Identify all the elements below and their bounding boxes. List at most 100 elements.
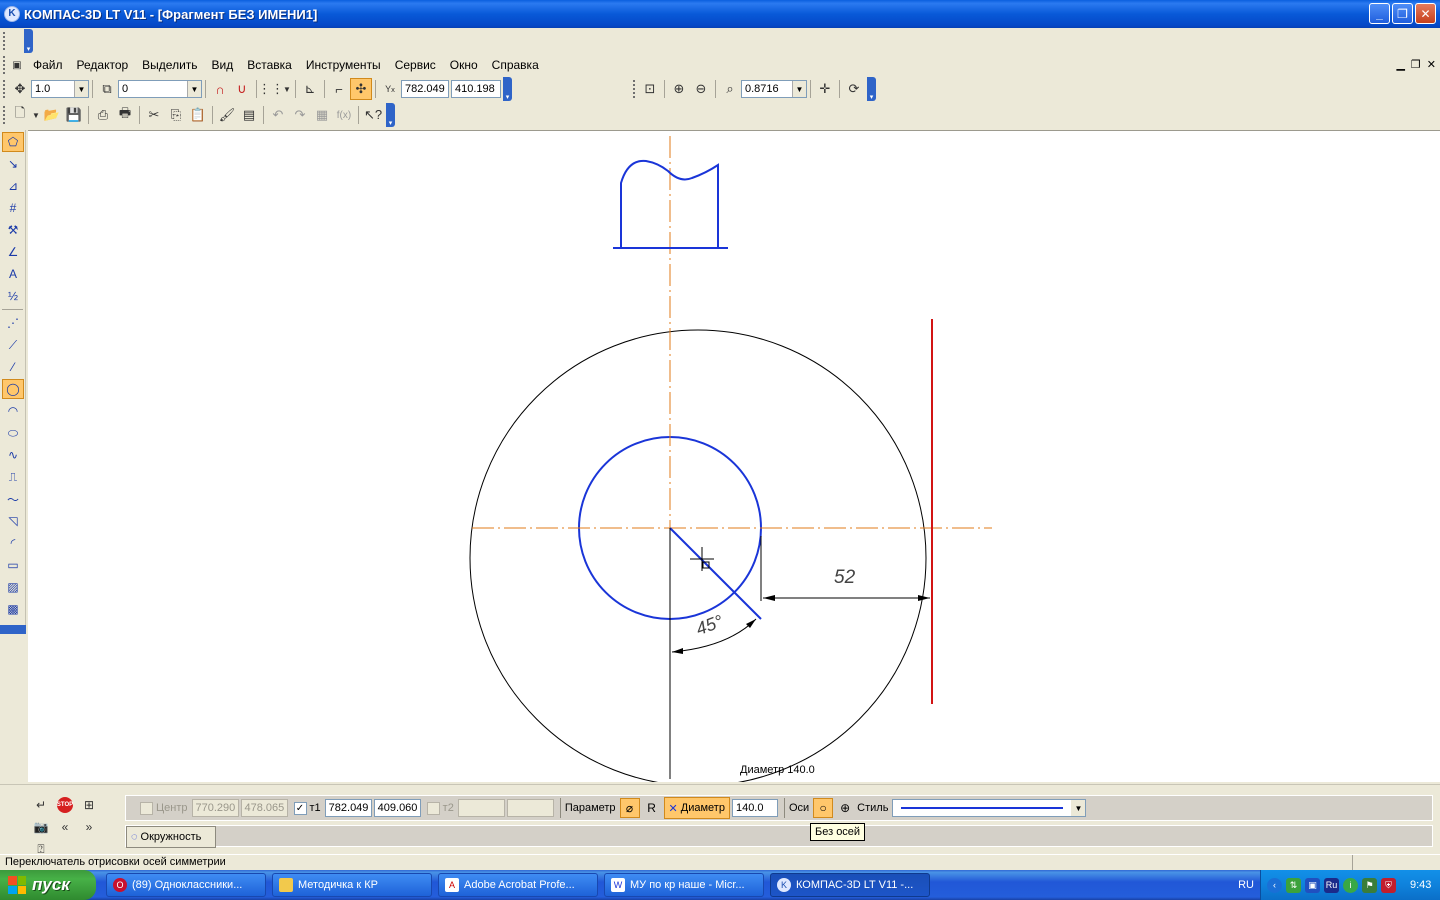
drawing-canvas[interactable]: 52 45° Диаметр 140.0: [28, 130, 1440, 782]
with-axes-icon[interactable]: ⊕: [835, 798, 855, 818]
library-icon[interactable]: ▦: [311, 104, 333, 126]
menu-edit[interactable]: Редактор: [77, 58, 129, 72]
toolbar-grip[interactable]: [3, 32, 6, 50]
zoom-scale-icon[interactable]: ⌕: [719, 78, 741, 100]
bezier-icon[interactable]: 〜: [2, 489, 24, 509]
snapshot-icon[interactable]: 📷: [30, 817, 52, 837]
copy-icon[interactable]: ⎘: [165, 104, 187, 126]
tab-circle[interactable]: ◌ Окружность: [126, 826, 216, 848]
chevron-down-icon[interactable]: ▼: [74, 81, 88, 97]
toolbar-grip[interactable]: [3, 106, 6, 124]
tray-network-icon[interactable]: ⇅: [1286, 877, 1301, 893]
print-preview-icon[interactable]: ⎙: [92, 104, 114, 126]
task-kompas[interactable]: K КОМПАС-3D LT V11 -...: [770, 873, 930, 897]
no-axes-icon[interactable]: ○: [813, 798, 834, 818]
hatch-icon[interactable]: ▨: [2, 577, 24, 597]
zoom-combo[interactable]: 0.8716 ▼: [741, 80, 807, 98]
circle-icon[interactable]: ◯: [2, 379, 24, 399]
grid-icon[interactable]: ⋮⋮: [258, 78, 284, 100]
stop-icon[interactable]: STOP: [54, 795, 76, 815]
zoom-out-icon[interactable]: ⊖: [690, 78, 712, 100]
menu-tools[interactable]: Инструменты: [306, 58, 381, 72]
local-snap-icon[interactable]: ∪: [231, 78, 253, 100]
round-coords-icon[interactable]: ✣: [350, 78, 372, 100]
editing-panel-icon[interactable]: #: [2, 198, 24, 218]
menu-window[interactable]: Окно: [450, 58, 478, 72]
task-metodichka[interactable]: Методичка к КР: [272, 873, 432, 897]
fill-icon[interactable]: ▩: [2, 599, 24, 619]
menu-service[interactable]: Сервис: [395, 58, 436, 72]
drawing-svg[interactable]: [28, 131, 1440, 782]
diameter-field[interactable]: 140.0: [731, 799, 778, 817]
task-odnoklassniki[interactable]: O (89) Одноклассники...: [106, 873, 266, 897]
auxiliary-line-icon[interactable]: ⟋: [2, 335, 24, 355]
zoom-window-icon[interactable]: ⊡: [639, 78, 661, 100]
diagonal-line[interactable]: [669, 527, 762, 620]
diameter-group[interactable]: ✕ Диаметр: [663, 797, 730, 819]
polyline-icon[interactable]: ⎍: [2, 467, 24, 487]
document-icon[interactable]: ▣: [9, 54, 25, 76]
chevron-down-icon[interactable]: ▼: [282, 78, 292, 100]
menu-view[interactable]: Вид: [212, 58, 234, 72]
center-checkbox[interactable]: [140, 801, 153, 815]
segment-icon[interactable]: ⁄: [2, 357, 24, 377]
panel-options-icon[interactable]: [0, 625, 26, 634]
format-brush-icon[interactable]: 🖌: [216, 104, 238, 126]
t1-y-field[interactable]: 409.060: [373, 799, 421, 817]
toolbar-options-icon[interactable]: ▾: [24, 29, 33, 53]
step-combo[interactable]: 1.0 ▼: [31, 80, 89, 98]
restore-button[interactable]: ❐: [1392, 3, 1413, 24]
print-icon[interactable]: 🖶: [114, 104, 136, 126]
arc-icon[interactable]: ◠: [2, 401, 24, 421]
rectangle-icon[interactable]: ▭: [2, 555, 24, 575]
chamfer-icon[interactable]: ◹: [2, 511, 24, 531]
toolbar-options-icon[interactable]: ▾: [867, 77, 876, 101]
next-object-icon[interactable]: »: [78, 817, 100, 837]
chevron-down-icon[interactable]: ▼: [792, 81, 806, 97]
local-cs-icon[interactable]: ⊾: [299, 78, 321, 100]
spec-panel-icon[interactable]: ½: [2, 286, 24, 306]
toolbar-grip[interactable]: [3, 80, 6, 98]
cut-icon[interactable]: ✂: [143, 104, 165, 126]
tray-info-icon[interactable]: i: [1343, 877, 1358, 893]
properties-icon[interactable]: ▤: [238, 104, 260, 126]
chevron-down-icon[interactable]: ▼: [187, 81, 201, 97]
notation-panel-icon[interactable]: ⊿: [2, 176, 24, 196]
redo-icon[interactable]: ↷: [289, 104, 311, 126]
doc-restore-icon[interactable]: ❐: [1411, 58, 1421, 71]
t2-x-field[interactable]: [457, 799, 505, 817]
lock-cross-icon[interactable]: ✕: [669, 802, 678, 815]
t1-x-field[interactable]: 782.049: [324, 799, 372, 817]
chevron-down-icon[interactable]: ▼: [1071, 800, 1086, 816]
close-button[interactable]: ✕: [1415, 3, 1436, 24]
help-pointer-icon[interactable]: ↖?: [362, 104, 384, 126]
center-y-field[interactable]: 478.065: [240, 799, 288, 817]
tray-safety-icon[interactable]: ⚑: [1362, 877, 1377, 893]
save-icon[interactable]: 💾: [63, 104, 85, 126]
paste-icon[interactable]: 📋: [187, 104, 209, 126]
menu-select[interactable]: Выделить: [142, 58, 197, 72]
auto-create-icon[interactable]: ⊞: [78, 795, 100, 815]
toolbar-options-icon[interactable]: ▾: [386, 103, 395, 127]
task-word[interactable]: W МУ по кр наше - Micr...: [604, 873, 764, 897]
kompas-app-icon[interactable]: K: [4, 6, 20, 22]
menu-insert[interactable]: Вставка: [247, 58, 292, 72]
cursor-y-field[interactable]: 410.198: [451, 80, 501, 98]
language-indicator[interactable]: RU: [1238, 879, 1254, 891]
zoom-in-icon[interactable]: ⊕: [668, 78, 690, 100]
center-x-field[interactable]: 770.290: [191, 799, 239, 817]
t1-checkbox[interactable]: ✓: [293, 801, 307, 815]
select-panel-icon[interactable]: A: [2, 264, 24, 284]
toolbar-options-icon[interactable]: ▾: [503, 77, 512, 101]
menu-help[interactable]: Справка: [492, 58, 539, 72]
t2-y-field[interactable]: [506, 799, 554, 817]
create-object-icon[interactable]: ↵: [30, 795, 52, 815]
diameter-mode-icon[interactable]: ⌀: [619, 798, 640, 818]
fillet-icon[interactable]: ◜: [2, 533, 24, 553]
layer-combo[interactable]: 0 ▼: [118, 80, 202, 98]
open-folder-icon[interactable]: 📂: [41, 104, 63, 126]
cursor-x-field[interactable]: 782.049: [401, 80, 449, 98]
tray-shield-icon[interactable]: ⛨: [1381, 877, 1396, 893]
layers-icon[interactable]: ⧉: [96, 78, 118, 100]
toolbar-grip[interactable]: [633, 80, 636, 98]
